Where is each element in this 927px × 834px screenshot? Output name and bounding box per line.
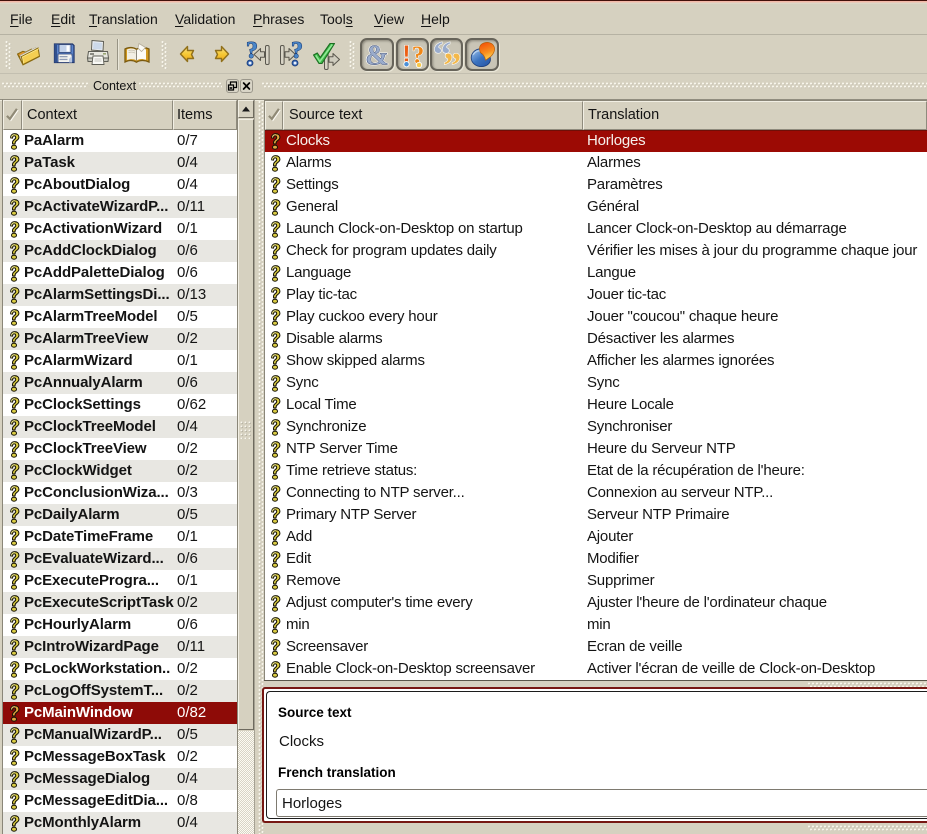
svg-text:&: & [365, 41, 388, 69]
svg-text:„: „ [444, 40, 462, 67]
